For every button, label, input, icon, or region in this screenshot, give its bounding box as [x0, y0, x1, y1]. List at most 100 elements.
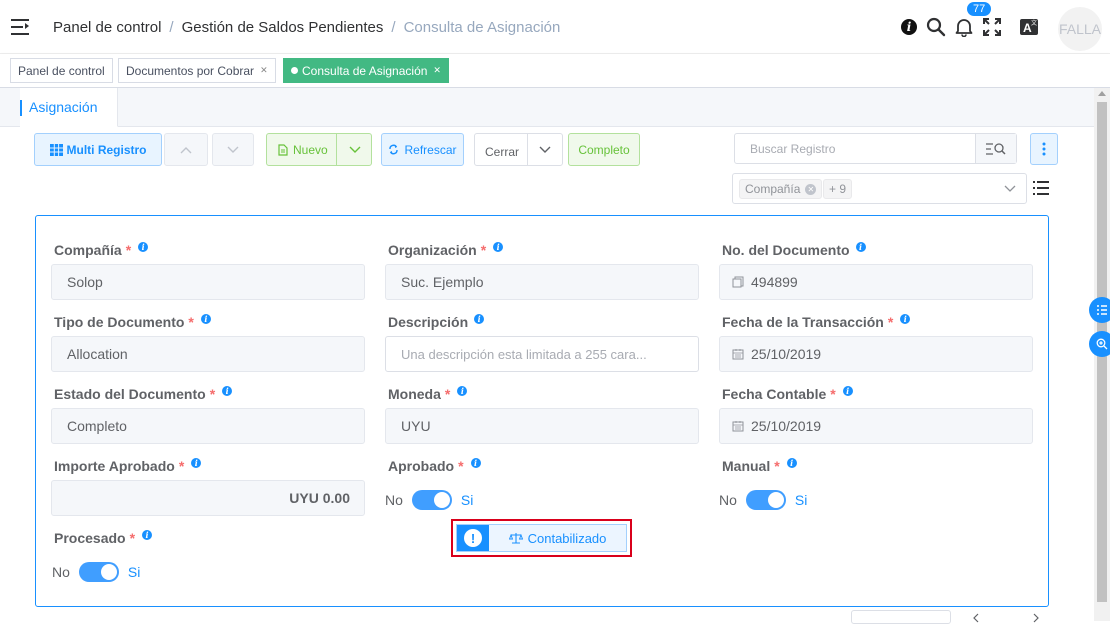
svg-text:文: 文	[1031, 19, 1037, 27]
info-icon[interactable]: i	[138, 242, 149, 252]
work-area: Asignación Multi Registro Nuevo Refresca…	[0, 88, 1094, 621]
document-type-label: Tipo de Documento * i	[54, 314, 211, 330]
complete-button[interactable]: Completo	[568, 133, 640, 166]
document-icon	[278, 143, 288, 156]
company-field[interactable]: Solop	[51, 264, 365, 300]
zoom-in-icon	[1096, 338, 1108, 350]
translate-icon[interactable]: A文	[1019, 17, 1039, 37]
tag-allocation-query[interactable]: Consulta de Asignación ✕	[283, 58, 449, 83]
breadcrumb: Panel de control / Gestión de Saldos Pendi…	[53, 19, 561, 36]
breadcrumb-item-dashboard[interactable]: Panel de control	[53, 19, 161, 36]
transaction-date-value: 25/10/2019	[751, 346, 822, 362]
info-icon[interactable]: i	[474, 314, 485, 324]
info-icon[interactable]: i	[855, 242, 866, 252]
accounting-date-label: Fecha Contable * i	[722, 386, 853, 402]
close-icon[interactable]: ✕	[433, 65, 441, 76]
transaction-date-field[interactable]: 25/10/2019	[719, 336, 1033, 372]
more-options-button[interactable]	[1030, 133, 1058, 165]
tab-allocation[interactable]: Asignación	[20, 88, 118, 127]
breadcrumb-item-balances[interactable]: Gestión de Saldos Pendientes	[182, 19, 384, 36]
side-panel-button[interactable]	[1089, 297, 1110, 323]
currency-field[interactable]: UYU	[385, 408, 699, 444]
tag-dashboard[interactable]: Panel de control	[10, 58, 113, 83]
document-status-button[interactable]: ! Contabilizado	[451, 519, 632, 557]
close-action-label: Cerrar	[485, 144, 520, 159]
chevron-down-icon[interactable]	[539, 146, 551, 154]
chevron-up-icon	[180, 146, 192, 153]
info-icon[interactable]: i	[457, 386, 468, 396]
accounting-date-value: 25/10/2019	[751, 418, 822, 434]
copy-icon	[732, 276, 744, 288]
company-label: Compañía * i	[54, 242, 149, 258]
approved-switch[interactable]: No Si	[385, 490, 473, 510]
more-vertical-icon	[1042, 142, 1046, 156]
search-icon[interactable]	[926, 17, 946, 37]
chevron-right-icon[interactable]	[1032, 613, 1040, 623]
hamburger-icon[interactable]	[11, 19, 29, 35]
close-icon[interactable]: ✕	[805, 183, 817, 195]
refresh-button[interactable]: Refrescar	[381, 133, 464, 166]
close-icon[interactable]: ✕	[260, 65, 268, 76]
info-icon[interactable]: i	[842, 386, 853, 396]
info-icon[interactable]: i	[470, 458, 481, 468]
close-action-select[interactable]: Cerrar	[474, 133, 563, 166]
balance-scale-icon	[508, 533, 523, 544]
manual-toggle[interactable]	[745, 490, 786, 510]
multi-record-button[interactable]: Multi Registro	[34, 133, 162, 166]
info-icon[interactable]: i	[142, 530, 153, 540]
approved-toggle[interactable]	[411, 490, 452, 510]
search-input[interactable]	[735, 134, 976, 163]
info-icon[interactable]: i	[899, 17, 919, 37]
search-box	[734, 133, 1017, 164]
switch-on-label: Si	[794, 492, 808, 508]
new-button-label: Nuevo	[293, 142, 328, 157]
tab-header: Asignación	[0, 88, 1094, 127]
active-dot-icon	[291, 67, 298, 74]
info-icon[interactable]: i	[493, 242, 504, 252]
organization-label: Organización * i	[388, 242, 504, 258]
approved-amount-label: Importe Aprobado * i	[54, 458, 202, 474]
info-icon[interactable]: i	[191, 458, 202, 468]
fullscreen-icon[interactable]	[982, 17, 1002, 37]
tag-receivables[interactable]: Documentos por Cobrar ✕	[118, 58, 276, 83]
document-status-field[interactable]: Completo	[51, 408, 365, 444]
chevron-down-icon[interactable]	[349, 146, 361, 154]
filter-tag-company: Compañía ✕	[739, 179, 823, 199]
previous-record-button[interactable]	[164, 133, 208, 166]
tag-label: Panel de control	[18, 63, 105, 78]
organization-field[interactable]: Suc. Ejemplo	[385, 264, 699, 300]
processed-toggle[interactable]	[78, 562, 119, 582]
approved-label: Aprobado * i	[388, 458, 481, 474]
bell-icon[interactable]	[954, 17, 974, 37]
description-input[interactable]: Una descripción esta limitada a 255 cara…	[385, 336, 699, 372]
zoom-button[interactable]	[1089, 331, 1110, 357]
complete-button-label: Completo	[578, 142, 630, 157]
search-button[interactable]	[975, 134, 1016, 163]
tags-view-bar: Panel de control Documentos por Cobrar ✕ …	[0, 54, 1110, 88]
processed-label: Procesado * i	[54, 530, 153, 546]
document-no-field[interactable]: 494899	[719, 264, 1033, 300]
document-type-field[interactable]: Allocation	[51, 336, 365, 372]
info-icon[interactable]: i	[786, 458, 797, 468]
accounting-date-field[interactable]: 25/10/2019	[719, 408, 1033, 444]
page-size-select[interactable]	[851, 610, 951, 624]
info-icon[interactable]: i	[222, 386, 233, 396]
currency-label: Moneda * i	[388, 386, 468, 402]
list-icon[interactable]	[1033, 181, 1049, 195]
manual-switch[interactable]: No Si	[719, 490, 807, 510]
processed-switch[interactable]: No Si	[52, 562, 140, 582]
refresh-button-label: Refrescar	[404, 142, 457, 157]
approved-amount-field[interactable]: UYU 0.00	[51, 480, 365, 516]
filter-select[interactable]: Compañía ✕ + 9	[732, 173, 1027, 204]
document-no-label: No. del Documento i	[722, 242, 866, 258]
avatar[interactable]: FALLA	[1058, 7, 1102, 51]
info-icon[interactable]: i	[200, 314, 211, 324]
document-no-value: 494899	[751, 274, 798, 290]
new-button[interactable]: Nuevo	[266, 133, 372, 166]
scroll-up-arrow-icon[interactable]	[1098, 91, 1106, 96]
description-label: Descripción i	[388, 314, 485, 330]
info-icon[interactable]: i	[900, 314, 911, 324]
tag-label: Documentos por Cobrar	[126, 63, 255, 78]
next-record-button[interactable]	[212, 133, 254, 166]
chevron-left-icon[interactable]	[972, 613, 980, 623]
